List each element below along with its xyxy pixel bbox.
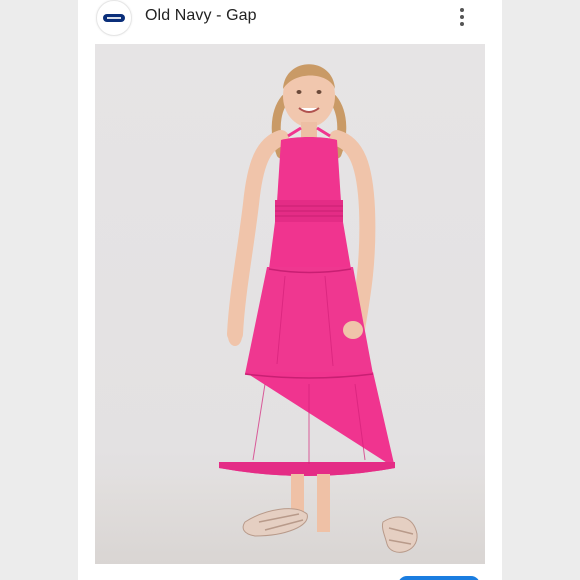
old-navy-logo-icon[interactable] [96,0,132,36]
model-illustration [219,64,418,553]
brand-name[interactable]: Old Navy - Gap [145,7,257,25]
listing-header: Old Navy - Gap [78,0,502,44]
more-vert-icon[interactable] [454,6,470,28]
footer-button[interactable] [398,576,480,580]
product-photo[interactable] [95,44,485,564]
listing-card: Old Navy - Gap [78,0,502,580]
listing-footer [78,566,502,580]
